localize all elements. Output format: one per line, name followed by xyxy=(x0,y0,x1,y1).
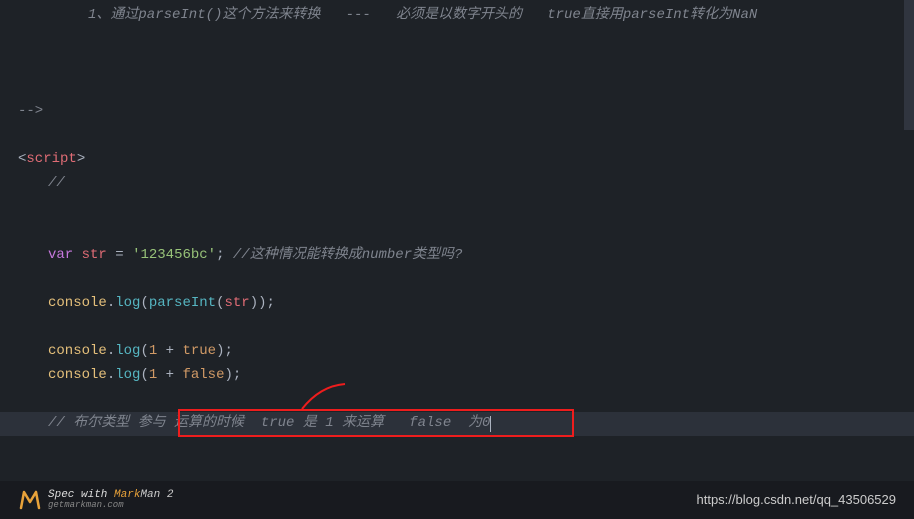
code-line-empty xyxy=(0,76,914,100)
keyword-var: var xyxy=(48,244,73,268)
code-line-empty xyxy=(0,220,914,244)
code-line: --> xyxy=(0,100,914,124)
paren: ) xyxy=(250,292,258,316)
paren: ) xyxy=(224,364,232,388)
tag-script: script xyxy=(26,148,76,172)
code-line: // xyxy=(0,172,914,196)
footer-text-block: Spec with MarkMan 2 getmarkman.com xyxy=(48,489,173,511)
code-line: console.log(1 + false); xyxy=(0,364,914,388)
plus: + xyxy=(157,364,182,388)
log-fn: log xyxy=(115,364,140,388)
code-line-empty xyxy=(0,28,914,52)
plus: + xyxy=(157,340,182,364)
console-obj: console xyxy=(48,340,107,364)
number-literal: 1 xyxy=(149,364,157,388)
code-line-empty xyxy=(0,388,914,412)
semicolon: ; xyxy=(267,292,275,316)
code-line: var str = '123456bc'; //这种情况能转换成number类型… xyxy=(0,244,914,268)
paren: ( xyxy=(140,340,148,364)
dot: . xyxy=(107,292,115,316)
markman-icon xyxy=(18,488,42,512)
comment-end: --> xyxy=(18,100,43,124)
code-line: <script> xyxy=(0,148,914,172)
paren: ( xyxy=(140,292,148,316)
code-line: 1、通过parseInt()这个方法来转换 --- 必须是以数字开头的 true… xyxy=(0,4,914,28)
code-line: console.log(1 + true); xyxy=(0,340,914,364)
comment-inline: //这种情况能转换成number类型吗? xyxy=(224,244,462,268)
paren: ( xyxy=(140,364,148,388)
code-line-empty xyxy=(0,196,914,220)
footer-bar: Spec with MarkMan 2 getmarkman.com https… xyxy=(0,481,914,519)
footer-url: getmarkman.com xyxy=(48,501,173,511)
footer-watermark: Spec with MarkMan 2 getmarkman.com xyxy=(18,488,173,512)
boolean-false: false xyxy=(182,364,224,388)
equals: = xyxy=(107,244,132,268)
var-ref: str xyxy=(224,292,249,316)
bracket: < xyxy=(18,148,26,172)
code-editor[interactable]: 1、通过parseInt()这个方法来转换 --- 必须是以数字开头的 true… xyxy=(0,0,914,436)
paren: ) xyxy=(258,292,266,316)
semicolon: ; xyxy=(233,364,241,388)
log-fn: log xyxy=(115,292,140,316)
log-fn: log xyxy=(115,340,140,364)
code-line-selected: // 布尔类型 参与 运算的时候 true 是 1 来运算 false 为0 xyxy=(0,412,914,436)
semicolon: ; xyxy=(224,340,232,364)
scrollbar-vertical[interactable] xyxy=(904,0,914,481)
code-line: console.log(parseInt(str)); xyxy=(0,292,914,316)
console-obj: console xyxy=(48,292,107,316)
blog-url: https://blog.csdn.net/qq_43506529 xyxy=(697,489,897,511)
comment-bool2: 运算的时候 true 是 1 来运算 false 为0 xyxy=(174,412,490,436)
semicolon: ; xyxy=(216,244,224,268)
dot: . xyxy=(107,364,115,388)
bracket: > xyxy=(77,148,85,172)
paren: ) xyxy=(216,340,224,364)
parseint-fn: parseInt xyxy=(149,292,216,316)
scrollbar-thumb[interactable] xyxy=(904,0,914,130)
number-literal: 1 xyxy=(149,340,157,364)
comment-slashes: // xyxy=(48,172,65,196)
comment-text: 1、通过parseInt()这个方法来转换 --- 必须是以数字开头的 true… xyxy=(88,4,757,28)
comment-bool: // 布尔类型 参与 xyxy=(48,412,174,436)
var-name: str xyxy=(82,244,107,268)
boolean-true: true xyxy=(182,340,216,364)
code-line-empty xyxy=(0,52,914,76)
code-line-empty xyxy=(0,268,914,292)
text-cursor xyxy=(490,416,491,432)
dot: . xyxy=(107,340,115,364)
code-line-empty xyxy=(0,124,914,148)
string-literal: '123456bc' xyxy=(132,244,216,268)
paren: ( xyxy=(216,292,224,316)
code-line-empty xyxy=(0,316,914,340)
console-obj: console xyxy=(48,364,107,388)
